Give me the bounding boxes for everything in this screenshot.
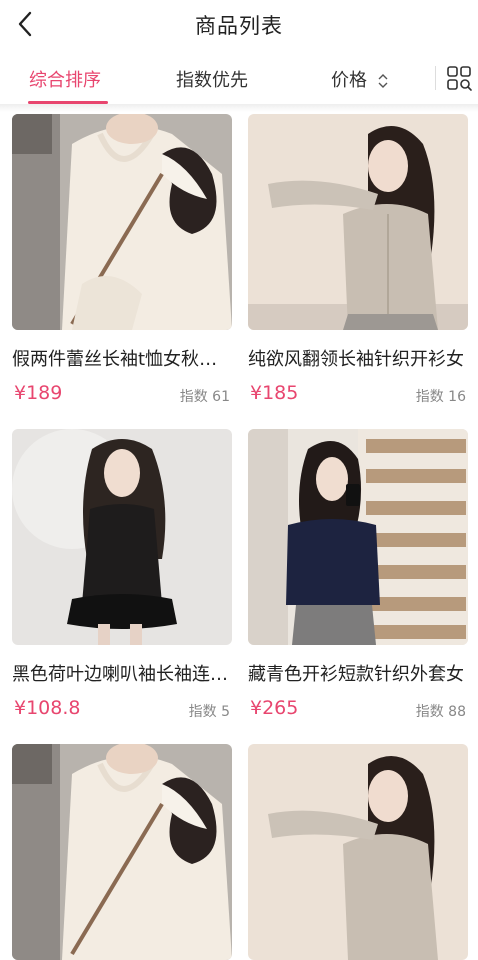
product-index: 指数 16 [415,389,466,405]
white-lace-top-photo[interactable] [12,114,232,330]
black-ruffle-dress-photo[interactable] [12,429,232,645]
tab-comprehensive-sort[interactable]: 综合排序 [29,66,101,92]
beige-knit-cardigan-photo[interactable] [248,114,468,330]
beige-knit-cardigan-photo[interactable] [248,744,468,960]
top-bar: 商品列表 [0,0,478,48]
product-price: ¥265 [250,697,299,719]
tab-price[interactable]: 价格 [331,66,389,92]
sort-updown-icon [378,74,388,88]
tabs-shadow [0,104,478,112]
product-title: 假两件蕾丝长袖t恤女秋冬内搭打底衫 [12,349,232,370]
tab-index-first[interactable]: 指数优先 [176,66,248,92]
product-price: ¥185 [250,382,299,404]
tab-label: 综合排序 [29,70,101,91]
grid-view-button[interactable] [445,64,473,92]
product-price: ¥189 [14,382,63,404]
product-title: 黑色荷叶边喇叭袖长袖连衣裙 [12,664,232,685]
grid-view-icon [447,66,472,91]
product-price: ¥108.8 [14,697,81,719]
sort-tabs: 综合排序 指数优先 价格 [0,52,478,104]
page-title: 商品列表 [195,14,283,38]
product-index: 指数 61 [179,389,230,405]
product-index: 指数 88 [415,704,466,720]
navy-cardigan-photo[interactable] [248,429,468,645]
tab-divider [435,66,436,90]
white-lace-top-photo[interactable] [12,744,232,960]
tab-label: 指数优先 [176,70,248,91]
product-title: 纯欲风翻领长袖针织开衫女 [248,349,464,370]
tab-label: 价格 [331,70,367,91]
product-title: 藏青色开衫短款针织外套女 [248,664,464,685]
product-index: 指数 5 [188,704,230,720]
